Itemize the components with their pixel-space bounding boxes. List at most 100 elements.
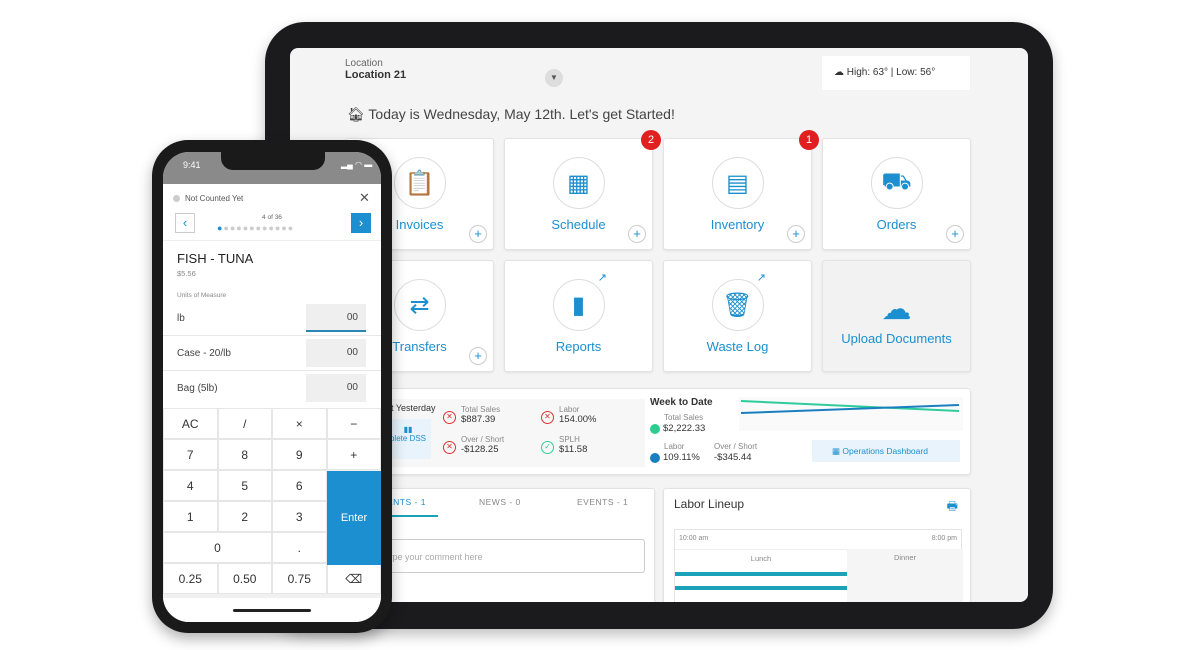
add-order-button[interactable]: + [946, 225, 964, 243]
weather-widget: ☁ High: 63° | Low: 56° [822, 56, 970, 90]
key-multiply[interactable]: × [272, 408, 327, 439]
tile-inventory[interactable]: ▤ Inventory + [663, 138, 812, 250]
close-icon[interactable]: ✕ [359, 190, 370, 206]
key-4[interactable]: 4 [163, 470, 218, 501]
status-dot [173, 195, 180, 202]
news-events-panel: ENTS - 1 NEWS - 0 EVENTS - 1 ype your co… [380, 488, 655, 602]
tile-waste-log[interactable]: 🗑 Waste Log ↗ [663, 260, 812, 372]
count-status: Not Counted Yet [185, 194, 244, 203]
chevron-down-icon[interactable]: ▼ [545, 69, 563, 87]
tab-news[interactable]: NEWS - 0 [479, 497, 521, 507]
key-3[interactable]: 3 [272, 501, 327, 532]
key-6[interactable]: 6 [272, 470, 327, 501]
shift-bar [675, 572, 847, 576]
tile-upload-documents[interactable]: ☁ Upload Documents [822, 260, 971, 372]
week-over-short-value: -$345.44 [714, 452, 752, 463]
dashboard-icon: ▦ [832, 446, 843, 456]
key-ac[interactable]: AC [163, 408, 218, 439]
uom-lb-input[interactable]: 00 [306, 304, 366, 332]
labor-lineup-title: Labor Lineup [674, 497, 745, 511]
uom-case-input[interactable]: 00 [306, 339, 366, 367]
transfer-arrows-icon: ⇄ [393, 279, 446, 331]
uom-name: Case - 20/lb [177, 348, 231, 359]
home-indicator [233, 609, 311, 612]
add-invoice-button[interactable]: + [469, 225, 487, 243]
total-sales-label: Total Sales [461, 405, 501, 414]
uom-row-bag: Bag (5lb) 00 [163, 372, 381, 406]
key-0-25[interactable]: 0.25 [163, 563, 218, 594]
key-divide[interactable]: / [217, 408, 272, 439]
shift-dinner: Dinner [847, 549, 963, 602]
cloud-upload-icon: ☁ [881, 292, 912, 326]
tablet-screen: Location Location 21 ▼ ☁ High: 63° | Low… [290, 48, 1028, 602]
start-time: 10:00 am [679, 535, 709, 542]
key-0[interactable]: 0 [163, 532, 272, 563]
key-1[interactable]: 1 [163, 501, 218, 532]
key-5[interactable]: 5 [217, 470, 272, 501]
add-schedule-button[interactable]: + [628, 225, 646, 243]
notch [221, 152, 325, 170]
uom-row-lb: lb 00 [163, 302, 381, 336]
tile-schedule[interactable]: ▦ Schedule + [504, 138, 653, 250]
tile-reports[interactable]: ▮ Reports ↗ [504, 260, 653, 372]
add-inventory-button[interactable]: + [787, 225, 805, 243]
comment-input[interactable]: ype your comment here [381, 539, 645, 573]
item-name: FISH - TUNA [177, 251, 254, 266]
key-0-50[interactable]: 0.50 [217, 563, 272, 594]
key-2[interactable]: 2 [217, 501, 272, 532]
week-trend-sparkline [739, 397, 963, 431]
location-selector[interactable]: Location Location 21 [345, 58, 406, 81]
external-link-icon: ↗ [756, 272, 766, 284]
week-labor-value: 109.11% [663, 452, 700, 463]
check-icon: ✓ [541, 441, 554, 454]
key-minus[interactable]: − [326, 408, 381, 439]
tile-orders[interactable]: ⛟ Orders + [822, 138, 971, 250]
greeting-text: Today is Wednesday, May 12th. Let's get … [368, 106, 675, 122]
location-label: Location [345, 58, 383, 69]
item-price: $5.56 [177, 269, 196, 278]
print-icon[interactable]: 🖶︎ [947, 497, 958, 518]
splh-value: $11.58 [559, 444, 588, 455]
sales-summary-card: at Yesterday ▮▮ plete DSS ✕ Total Sales $8… [380, 388, 971, 475]
key-decimal[interactable]: . [272, 532, 327, 563]
yesterday-title: at Yesterday [386, 403, 436, 413]
add-transfer-button[interactable]: + [469, 347, 487, 365]
uom-bag-input[interactable]: 00 [306, 374, 366, 402]
error-icon: ✕ [443, 411, 456, 424]
cloud-icon: ☁ [834, 67, 847, 78]
inventory-badge: 1 [799, 130, 819, 150]
enter-key[interactable]: Enter [327, 471, 381, 565]
error-icon: ✕ [541, 411, 554, 424]
schedule-badge: 2 [641, 130, 661, 150]
tab-events-2[interactable]: EVENTS - 1 [577, 497, 628, 507]
dashboard-button-label: Operations Dashboard [842, 446, 928, 456]
week-to-date-title: Week to Date [650, 397, 713, 408]
operations-dashboard-button[interactable]: ▦ Operations Dashboard [812, 440, 960, 462]
splh-label: SPLH [559, 435, 580, 444]
labor-dot [650, 453, 660, 463]
home-icon: 🏠︎ [347, 106, 369, 122]
tab-events[interactable]: ENTS - 1 [387, 497, 426, 507]
key-plus[interactable]: + [326, 439, 381, 470]
key-7[interactable]: 7 [163, 439, 218, 470]
units-label: Units of Measure [177, 292, 227, 299]
labor-value: 154.00% [559, 414, 597, 425]
key-9[interactable]: 9 [272, 439, 327, 470]
shift-lunch: Lunch [675, 549, 847, 567]
week-over-short-label: Over / Short [714, 442, 758, 451]
status-time: 9:41 [183, 160, 201, 170]
key-backspace[interactable]: ⌫ [326, 563, 381, 594]
week-labor-label: Labor [664, 442, 685, 451]
uom-row-case: Case - 20/lb 00 [163, 337, 381, 371]
location-value: Location 21 [345, 69, 407, 81]
greeting: 🏠︎ Today is Wednesday, May 12th. Let's g… [347, 106, 675, 123]
trash-icon: 🗑 [711, 279, 764, 331]
key-8[interactable]: 8 [217, 439, 272, 470]
labor-lineup-panel: Labor Lineup 🖶︎ 10:00 am 8:00 pm Lunch D… [663, 488, 971, 602]
uom-name: Bag (5lb) [177, 383, 218, 394]
tile-label: Waste Log [706, 339, 769, 354]
end-time: 8:00 pm [931, 535, 957, 542]
tile-label: Reports [555, 339, 602, 354]
labor-label: Labor [559, 405, 580, 414]
key-0-75[interactable]: 0.75 [272, 563, 327, 594]
